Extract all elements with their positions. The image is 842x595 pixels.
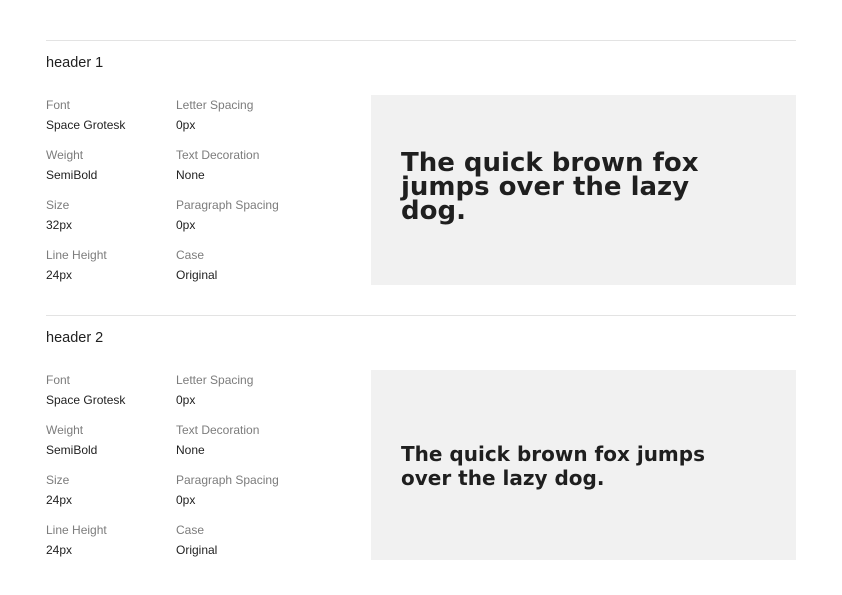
section-divider — [46, 315, 796, 316]
type-style-header-1: header 1 Font Space Grotesk Weight SemiB… — [46, 40, 796, 290]
prop-text-decoration: Text Decoration None — [176, 423, 336, 457]
type-preview-panel: The quick brown fox jumps over the lazy … — [371, 370, 796, 560]
preview-sample-text: The quick brown fox jumps over the lazy … — [401, 148, 699, 226]
prop-case-label: Case — [176, 248, 205, 262]
prop-case: Case Original — [176, 523, 336, 557]
prop-text-decoration-label: Text Decoration — [176, 423, 260, 437]
type-preview-panel: The quick brown fox jumps over the lazy … — [371, 95, 796, 285]
prop-letter-spacing-label: Letter Spacing — [176, 98, 254, 112]
prop-paragraph-spacing-label: Paragraph Spacing — [176, 473, 279, 487]
section-divider — [46, 40, 796, 41]
prop-text-decoration: Text Decoration None — [176, 148, 336, 182]
prop-letter-spacing: Letter Spacing 0px — [176, 98, 336, 132]
style-name: header 1 — [46, 55, 104, 71]
prop-paragraph-spacing: Paragraph Spacing 0px — [176, 473, 336, 507]
type-style-header-2: header 2 Font Space Grotesk Weight SemiB… — [46, 315, 796, 565]
prop-case-value: Original — [176, 543, 218, 557]
prop-letter-spacing: Letter Spacing 0px — [176, 373, 336, 407]
prop-letter-spacing-label: Letter Spacing — [176, 373, 254, 387]
prop-case-label: Case — [176, 523, 205, 537]
prop-letter-spacing-value: 0px — [176, 118, 196, 132]
prop-paragraph-spacing-value: 0px — [176, 218, 196, 232]
prop-text-decoration-value: None — [176, 168, 205, 182]
prop-paragraph-spacing-label: Paragraph Spacing — [176, 198, 279, 212]
prop-case-value: Original — [176, 268, 218, 282]
style-name: header 2 — [46, 330, 104, 346]
prop-paragraph-spacing: Paragraph Spacing 0px — [176, 198, 336, 232]
preview-sample-text: The quick brown fox jumps over the lazy … — [401, 442, 705, 490]
prop-paragraph-spacing-value: 0px — [176, 493, 196, 507]
prop-letter-spacing-value: 0px — [176, 393, 196, 407]
prop-case: Case Original — [176, 248, 336, 282]
prop-text-decoration-label: Text Decoration — [176, 148, 260, 162]
prop-text-decoration-value: None — [176, 443, 205, 457]
